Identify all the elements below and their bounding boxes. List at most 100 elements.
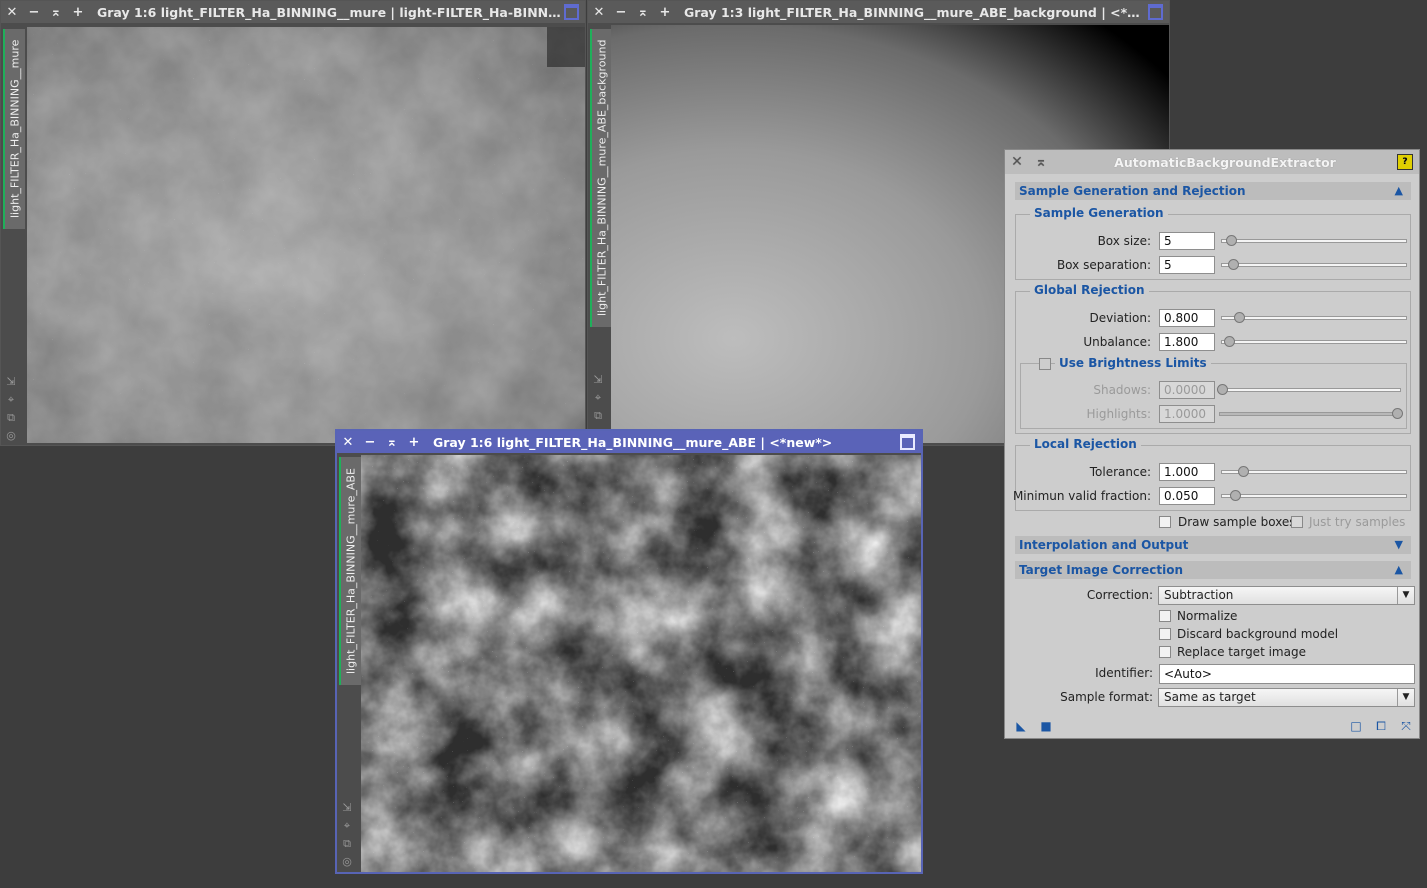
window-titlebar[interactable]: ✕ − ⌅ + Gray 1:3 light_FILTER_Ha_BINNING… [588,1,1169,23]
replace-target-checkbox[interactable] [1159,646,1171,658]
zoom-fit-icon[interactable]: ⇲ [591,373,605,387]
slider-knob[interactable] [1234,312,1245,323]
target-icon[interactable]: ◎ [4,429,18,443]
box-separation-slider[interactable] [1221,259,1407,270]
normalize-label[interactable]: Normalize [1177,609,1237,623]
deviation-slider[interactable] [1221,312,1407,323]
close-icon[interactable]: ✕ [588,5,610,20]
section-target-correction[interactable]: Target Image Correction ▲ [1015,561,1411,579]
slider-knob[interactable] [1392,408,1403,419]
deviation-label: Deviation: [1089,311,1151,325]
slider-knob[interactable] [1224,336,1235,347]
just-try-samples-label[interactable]: Just try samples [1309,515,1405,529]
zoom-fit-icon[interactable]: ⇲ [340,801,354,815]
abe-dialog[interactable]: ✕ ⌅ AutomaticBackgroundExtractor ? Sampl… [1004,149,1420,739]
close-icon[interactable]: ✕ [1005,154,1029,170]
unbalance-slider[interactable] [1221,336,1407,347]
identifier-field[interactable]: <Auto> [1159,664,1415,684]
just-try-samples-checkbox[interactable] [1291,516,1303,528]
shade-icon[interactable]: ⌅ [1029,154,1053,170]
shade-icon[interactable]: ⌅ [632,5,654,20]
expand-icon[interactable]: ▼ [1395,536,1403,554]
dialog-bottom-bar: ◣ ■ □ ⧠ ⤧ [1005,714,1419,738]
collapse-icon[interactable]: ▲ [1395,561,1403,579]
preview-icon[interactable]: □ [1350,720,1362,732]
view-side-icons: ⇲ ⌖ ⧉ ◎ [340,801,354,869]
close-icon[interactable]: ✕ [337,435,359,450]
slider-knob[interactable] [1238,466,1249,477]
slider-knob[interactable] [1217,384,1228,395]
draw-sample-boxes-label[interactable]: Draw sample boxes [1178,515,1296,529]
minimize-icon[interactable]: − [610,5,632,20]
zoom-fit-icon[interactable]: ⇲ [4,375,18,389]
crosshair-icon[interactable]: ⌖ [591,391,605,405]
window-titlebar[interactable]: ✕ − ⌅ + Gray 1:6 light_FILTER_Ha_BINNING… [1,1,585,23]
shade-icon[interactable]: ⌅ [381,435,403,450]
normalize-checkbox[interactable] [1159,610,1171,622]
correction-select[interactable]: Subtraction ▼ [1158,586,1415,605]
chevron-down-icon[interactable]: ▼ [1397,689,1414,706]
maximize-icon[interactable] [1148,4,1163,20]
maximize-icon[interactable] [900,434,915,450]
draw-sample-boxes-checkbox[interactable] [1159,516,1171,528]
sample-format-select[interactable]: Same as target ▼ [1158,688,1415,707]
image-window-front[interactable]: ✕ − ⌅ + Gray 1:6 light_FILTER_Ha_BINNING… [335,429,923,874]
brightness-limits-checkbox[interactable] [1039,358,1051,370]
slider-knob[interactable] [1226,235,1237,246]
new-instance-icon[interactable]: ◣ [1015,720,1027,732]
view-side-tab[interactable]: light_FILTER_Ha_BINNING__mure_ABE_backgr… [590,29,612,327]
chevron-down-icon[interactable]: ▼ [1397,587,1414,604]
slider-knob[interactable] [1228,259,1239,270]
window-titlebar[interactable]: ✕ − ⌅ + Gray 1:6 light_FILTER_Ha_BINNING… [337,431,921,453]
section-sample-gen-rejection[interactable]: Sample Generation and Rejection ▲ [1015,182,1411,200]
tolerance-slider[interactable] [1221,466,1407,477]
target-icon[interactable]: ◎ [340,855,354,869]
shadows-slider[interactable] [1217,384,1401,395]
collapse-icon[interactable]: ▲ [1395,182,1403,200]
highlights-label: Highlights: [1086,407,1151,421]
crosshair-icon[interactable]: ⌖ [340,819,354,833]
clone-icon[interactable]: ⧉ [4,411,18,425]
box-size-slider[interactable] [1221,235,1407,246]
pin-icon[interactable]: + [403,435,425,450]
replace-target-label[interactable]: Replace target image [1177,645,1306,659]
clone-icon[interactable]: ⧉ [340,837,354,851]
box-size-label: Box size: [1097,234,1151,248]
help-icon[interactable]: ? [1397,154,1413,170]
box-size-field[interactable]: 5 [1159,232,1215,250]
brightness-limits-label[interactable]: Use Brightness Limits [1055,356,1211,370]
apply-global-icon[interactable]: ■ [1040,720,1052,732]
group-label: Local Rejection [1030,437,1141,451]
browse-docs-icon[interactable]: ⧠ [1375,720,1387,732]
maximize-icon[interactable] [564,4,579,20]
pin-icon[interactable]: + [67,5,89,20]
shadows-field[interactable]: 0.0000 [1159,381,1215,399]
dialog-title: AutomaticBackgroundExtractor [1114,154,1336,170]
minimize-icon[interactable]: − [359,435,381,450]
minimize-icon[interactable]: − [23,5,45,20]
discard-background-checkbox[interactable] [1159,628,1171,640]
image-window-left[interactable]: ✕ − ⌅ + Gray 1:6 light_FILTER_Ha_BINNING… [0,0,586,446]
discard-background-label[interactable]: Discard background model [1177,627,1338,641]
box-separation-field[interactable]: 5 [1159,256,1215,274]
section-interpolation-output[interactable]: Interpolation and Output ▼ [1015,536,1411,554]
min-valid-fraction-field[interactable]: 0.050 [1159,487,1215,505]
clone-icon[interactable]: ⧉ [591,409,605,423]
image-canvas-left[interactable] [27,27,585,443]
tolerance-field[interactable]: 1.000 [1159,463,1215,481]
dialog-titlebar[interactable]: ✕ ⌅ AutomaticBackgroundExtractor ? [1005,150,1419,174]
reset-icon[interactable]: ⤧ [1400,720,1412,732]
view-side-tab[interactable]: light_FILTER_Ha_BINNING__mure_ABE [339,457,361,685]
highlights-slider[interactable] [1219,408,1403,419]
highlights-field[interactable]: 1.0000 [1159,405,1215,423]
crosshair-icon[interactable]: ⌖ [4,393,18,407]
pin-icon[interactable]: + [654,5,676,20]
view-side-tab[interactable]: light_FILTER_Ha_BINNING__mure [3,29,25,229]
slider-knob[interactable] [1230,490,1241,501]
deviation-field[interactable]: 0.800 [1159,309,1215,327]
min-valid-fraction-slider[interactable] [1221,490,1407,501]
image-canvas-front[interactable] [361,455,921,872]
close-icon[interactable]: ✕ [1,5,23,20]
unbalance-field[interactable]: 1.800 [1159,333,1215,351]
shade-icon[interactable]: ⌅ [45,5,67,20]
